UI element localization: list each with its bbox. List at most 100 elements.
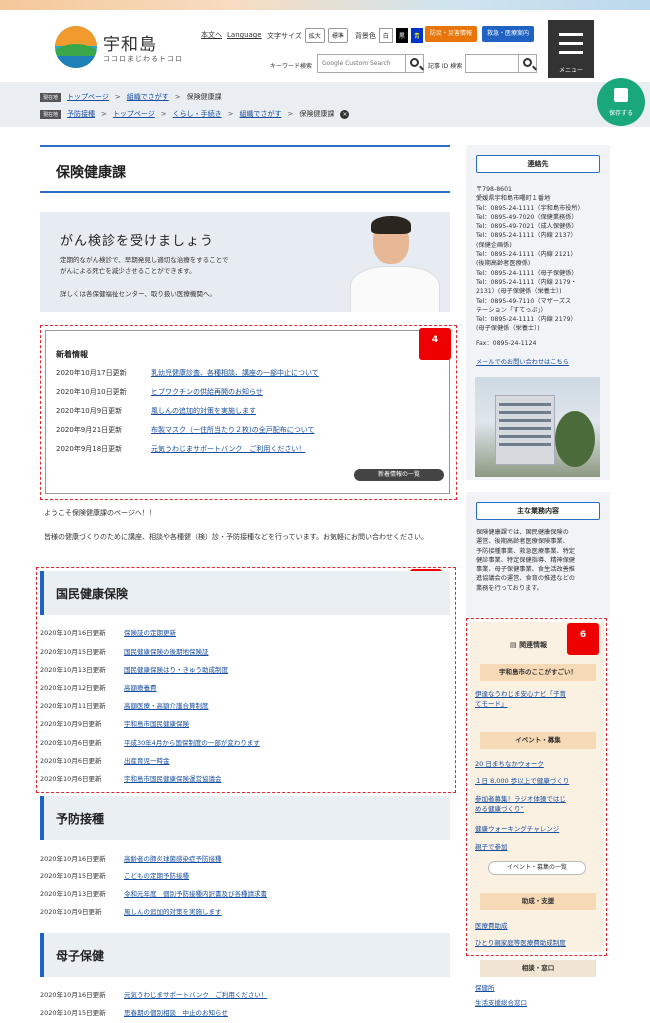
search-icon xyxy=(523,58,532,67)
related-link[interactable]: 伊達なうわじま安心ナビ「子育 てモード」 xyxy=(475,689,603,709)
list-link[interactable]: 高額医療・高額介護合算制度 xyxy=(124,700,209,710)
list-link[interactable]: 出産育児一時金 xyxy=(124,755,170,765)
related-link[interactable]: 医療費助成 xyxy=(475,921,603,931)
accessibility-controls: 文字サイズ 拡大 標準 背景色 白 黒 青 xyxy=(267,28,423,43)
list-item: 2020年10月6日更新 出産育児一時金 xyxy=(40,755,170,765)
top-decoration-stripe xyxy=(0,0,650,10)
banner-text: 定期的ながん検診で、早期発見し適切な治療をすることで がんによる死亡を減少させるこ… xyxy=(60,256,229,275)
list-item: 2020年10月6日更新 平成30年4月から国保制度の一部が変わります xyxy=(40,737,260,747)
bg-white-button[interactable]: 白 xyxy=(378,28,393,43)
related-link[interactable]: 参加者募集！ラジオ体操ではじ める健康づくり” xyxy=(475,794,603,814)
news-item: 2020年9月18日更新 元気うわじまサポートバンク ご利用ください！ xyxy=(56,444,306,454)
list-link[interactable]: 国民健康保険の後期地保険証 xyxy=(124,646,209,656)
list-link[interactable]: こどもの定期予防接種 xyxy=(124,870,189,880)
list-link[interactable]: 平成30年4月から国保制度の一部が変わります xyxy=(124,737,260,747)
related-link[interactable]: 生活支援総合窓口 xyxy=(475,998,603,1008)
menu-label: メニュー xyxy=(558,67,583,74)
banner-note: 詳しくは各保健福祉センター、取り扱い医療機関へ。 xyxy=(60,290,216,298)
related-link[interactable]: 20 日まちなかウォーク xyxy=(475,759,603,769)
skip-to-content-link[interactable]: 本文へ xyxy=(201,31,222,39)
news-highlight-frame: 新着情報 2020年10月17日更新 乳幼児健康診査、各種相談、講座の一部中止につ… xyxy=(40,325,457,500)
duties-text: 保険健康課では、国民健康保険の 運営、後期高齢者医療保険事業、 予防接種事業、救… xyxy=(476,529,575,592)
list-link[interactable]: 高齢者の肺炎球菌感染症予防接種 xyxy=(124,853,222,863)
news-link[interactable]: ヒブワクチンの供給再開のお知らせ xyxy=(151,387,263,397)
list-link[interactable]: 国民健康保険はり・きゅう助成制度 xyxy=(124,664,228,674)
news-link[interactable]: 布製マスク（一住所当たり２枚)の全戸配布について xyxy=(151,425,315,435)
keyword-search-button[interactable] xyxy=(405,54,424,73)
related-link[interactable]: ひとり親家庭等医療費助成制度 xyxy=(475,938,603,948)
current-location-tag: 現在地 xyxy=(40,92,62,102)
keyword-search-label: キーワード検索 xyxy=(270,63,313,70)
breadcrumb-link[interactable]: 組織でさがす xyxy=(240,109,282,119)
duties-box: 主な業務内容 保険健康課では、国民健康保険の 運営、後期高齢者医療保険事業、 予… xyxy=(466,492,610,617)
related-link[interactable]: 親子で参加 xyxy=(475,842,603,852)
bg-black-button[interactable]: 黒 xyxy=(395,28,408,43)
bg-blue-button[interactable]: 青 xyxy=(410,28,423,43)
events-list-button[interactable]: イベント・募集の一覧 xyxy=(488,861,586,875)
annotation-badge: 4 xyxy=(419,328,451,360)
news-item: 2020年10月17日更新 乳幼児健康診査、各種相談、講座の一部中止について xyxy=(56,368,319,378)
news-link[interactable]: 乳幼児健康診査、各種相談、講座の一部中止について xyxy=(151,368,319,378)
list-item: 2020年10月9日更新 風しんの追加的対策を実施します xyxy=(40,906,222,916)
id-search-button[interactable] xyxy=(518,54,537,73)
sec-heading-events: イベント・募集 xyxy=(480,732,596,749)
site-name[interactable]: 宇和島 xyxy=(103,30,157,55)
news-link[interactable]: 元気うわじまサポートバンク ご利用ください！ xyxy=(151,444,305,454)
save-button[interactable]: 保存する xyxy=(597,78,645,126)
city-hall-photo xyxy=(475,377,600,477)
disaster-info-button[interactable]: 防災・災害情報 xyxy=(425,26,477,42)
list-link[interactable]: 保険証の定期更新 xyxy=(124,627,176,637)
list-link[interactable]: 宇和島市国民健康保険運営協議会 xyxy=(124,773,222,783)
section-heading-vaccination: 予防接種 xyxy=(40,796,450,840)
list-item: 2020年10月15日更新 思春期の個別相談 中止のお知らせ xyxy=(40,1007,228,1017)
list-item: 2020年10月16日更新 高齢者の肺炎球菌感染症予防接種 xyxy=(40,853,222,863)
breadcrumb: 現在地 トップページ > 組織でさがす > 保険健康課 xyxy=(40,92,222,102)
related-link[interactable]: 保健所 xyxy=(475,983,603,993)
breadcrumb-link[interactable]: くらし・手続き xyxy=(173,109,222,119)
related-link[interactable]: 健康ウォーキングチャレンジ xyxy=(475,824,603,834)
site-tagline: ココロまじわるトコロ xyxy=(103,55,183,63)
list-link[interactable]: 風しんの追加的対策を実施します xyxy=(124,906,222,916)
font-normal-button[interactable]: 標準 xyxy=(327,28,348,43)
language-link[interactable]: Language xyxy=(227,31,262,39)
intro-text: 皆様の健康づくりのために講座、相談や各種健（検）診・予防接種などを行っています。… xyxy=(44,533,428,541)
list-link[interactable]: 高額療養費 xyxy=(124,682,157,692)
list-item: 2020年10月6日更新 宇和島市国民健康保険運営協議会 xyxy=(40,773,222,783)
breadcrumb-current: 保険健康課 xyxy=(299,110,335,118)
medical-info-button[interactable]: 救急・医療案内 xyxy=(482,26,534,42)
list-link[interactable]: 宇和島市国民健康保険 xyxy=(124,718,189,728)
list-item: 2020年10月16日更新 保険証の定期更新 xyxy=(40,627,176,637)
news-heading: 新着情報 xyxy=(56,350,88,359)
list-link[interactable]: 思春期の個別相談 中止のお知らせ xyxy=(124,1007,228,1017)
annotation-badge: 6 xyxy=(567,623,599,655)
breadcrumb-secondary: 現在地 予防接種 > トップページ > くらし・手続き > 組織でさがす > 保険健康課… xyxy=(40,109,350,119)
id-search-input[interactable] xyxy=(465,54,520,73)
document-icon: ▤ xyxy=(510,641,520,649)
breadcrumb-link[interactable]: 組織でさがす xyxy=(127,92,169,102)
news-list-button[interactable]: 新着情報の一覧 xyxy=(354,469,444,481)
font-large-button[interactable]: 拡大 xyxy=(304,28,325,43)
id-search-label: 記事 ID 検索 xyxy=(428,63,463,70)
mail-contact-link[interactable]: メールでのお問い合わせはこちら xyxy=(476,358,604,367)
list-link[interactable]: 元気うわじまサポートバンク ご利用ください！ xyxy=(124,989,267,999)
list-item: 2020年10月13日更新 国民健康保険はり・きゅう助成制度 xyxy=(40,664,228,674)
breadcrumb-bar: 現在地 トップページ > 組織でさがす > 保険健康課 現在地 予防接種 > トップペ… xyxy=(0,82,650,127)
keyword-search-input[interactable] xyxy=(317,54,407,73)
news-link[interactable]: 風しんの追加的対策を実施します xyxy=(151,406,256,416)
menu-button[interactable]: メニュー xyxy=(548,20,594,78)
breadcrumb-current: 保険健康課 xyxy=(186,93,222,101)
page-title-box: 保険健康課 xyxy=(40,145,450,193)
cancer-screening-banner[interactable]: がん検診を受けましょう 定期的ながん検診で、早期発見し適切な治療をすることで がん… xyxy=(40,212,450,312)
breadcrumb-link[interactable]: トップページ xyxy=(113,109,155,119)
list-item: 2020年10月13日更新 令和元年度 個別予防接種内訳書及び各種請求書 xyxy=(40,888,267,898)
breadcrumb-link[interactable]: 予防接種 xyxy=(67,109,95,119)
close-icon[interactable]: × xyxy=(340,109,350,119)
related-link[interactable]: １日 8,000 歩以上で健康づくり xyxy=(475,776,603,786)
section-heading-health-insurance: 国民健康保険 xyxy=(40,571,450,615)
list-item: 2020年10月11日更新 高額医療・高額介護合算制度 xyxy=(40,700,209,710)
city-logo[interactable] xyxy=(55,26,97,68)
current-location-tag: 現在地 xyxy=(40,109,62,119)
list-link[interactable]: 令和元年度 個別予防接種内訳書及び各種請求書 xyxy=(124,888,267,898)
breadcrumb-link[interactable]: トップページ xyxy=(67,92,109,102)
welcome-text: ようこそ保険健康課のページへ！！ xyxy=(44,509,156,517)
